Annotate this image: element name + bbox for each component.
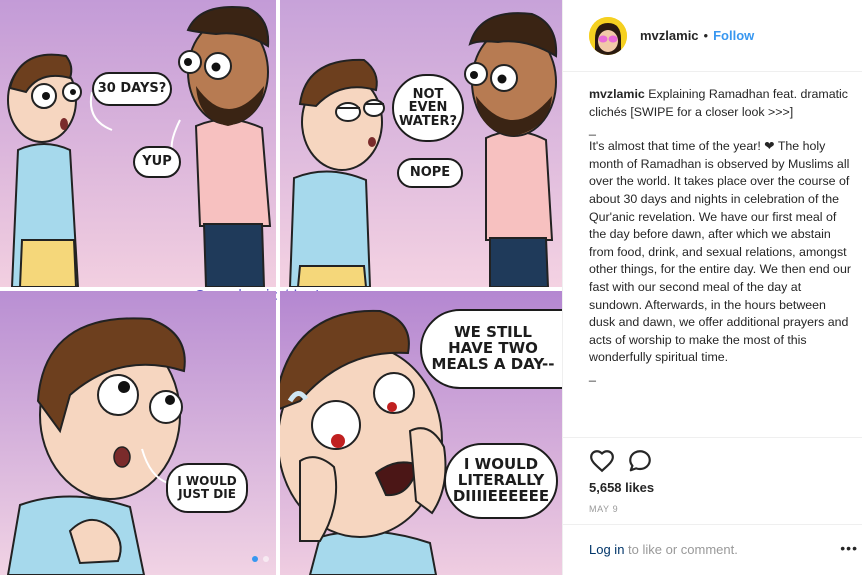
post-sidebar: mvzlamic • Follow mvzlamic Explaining Ra… [562, 0, 862, 575]
comic-panel-2: NOT EVEN WATER? NOPE [280, 0, 562, 287]
divider [563, 437, 862, 438]
comic-panel-4: WE STILL HAVE TWO MEALS A DAY-- I WOULD … [280, 291, 562, 575]
post-caption: mvzlamic Explaining Ramadhan feat. drama… [589, 86, 853, 384]
more-options-icon[interactable]: ••• [840, 540, 858, 556]
caption-body: It's almost that time of the year! ❤ The… [589, 139, 851, 365]
header-separator: • [703, 28, 709, 43]
speech-bubble-not-even-water: NOT EVEN WATER? [392, 74, 464, 142]
likes-count[interactable]: 5,658 likes [589, 480, 654, 495]
speech-bubble-nope: NOPE [397, 158, 463, 188]
caption-separator-end: _ [589, 367, 596, 382]
carousel-indicator [252, 556, 269, 562]
speech-bubble-30-days: 30 DAYS? [92, 72, 172, 106]
carousel-dot [263, 556, 269, 562]
post-header: mvzlamic • Follow [563, 0, 862, 72]
post-date[interactable]: MAY 9 [589, 504, 618, 514]
login-prompt-text: to like or comment. [624, 542, 738, 557]
avatar-face-icon [589, 16, 627, 55]
post-image[interactable]: 30 DAYS? YUP NOT EVEN WATER? NOPE I WOUL… [0, 0, 562, 575]
header-username[interactable]: mvzlamic [640, 28, 699, 43]
login-prompt: Log in to like or comment. [589, 542, 738, 557]
comment-icon[interactable] [627, 448, 653, 474]
speech-bubble-would-die: I WOULD JUST DIE [166, 463, 248, 513]
comic-panel-3: I WOULD JUST DIE [0, 291, 276, 575]
panel-3-art [0, 291, 276, 575]
follow-button[interactable]: Follow [713, 28, 754, 43]
caption-separator: _ [589, 122, 596, 137]
heart-icon[interactable] [589, 448, 615, 474]
post-actions [589, 448, 653, 474]
panel-1-art [0, 0, 276, 287]
speech-bubble-literally-die: I WOULD LITERALLY DIIIIEEEEEE [444, 443, 558, 519]
caption-username[interactable]: mvzlamic [589, 87, 645, 101]
caption-title-line: mvzlamic Explaining Ramadhan feat. drama… [589, 86, 853, 121]
panel-2-art [280, 0, 562, 287]
comic-panel-1: 30 DAYS? YUP [0, 0, 276, 287]
carousel-dot-active [252, 556, 258, 562]
divider [563, 524, 862, 525]
avatar[interactable] [589, 16, 627, 55]
speech-bubble-two-meals: WE STILL HAVE TWO MEALS A DAY-- [420, 309, 562, 389]
speech-bubble-yup: YUP [133, 146, 181, 178]
login-link[interactable]: Log in [589, 542, 624, 557]
